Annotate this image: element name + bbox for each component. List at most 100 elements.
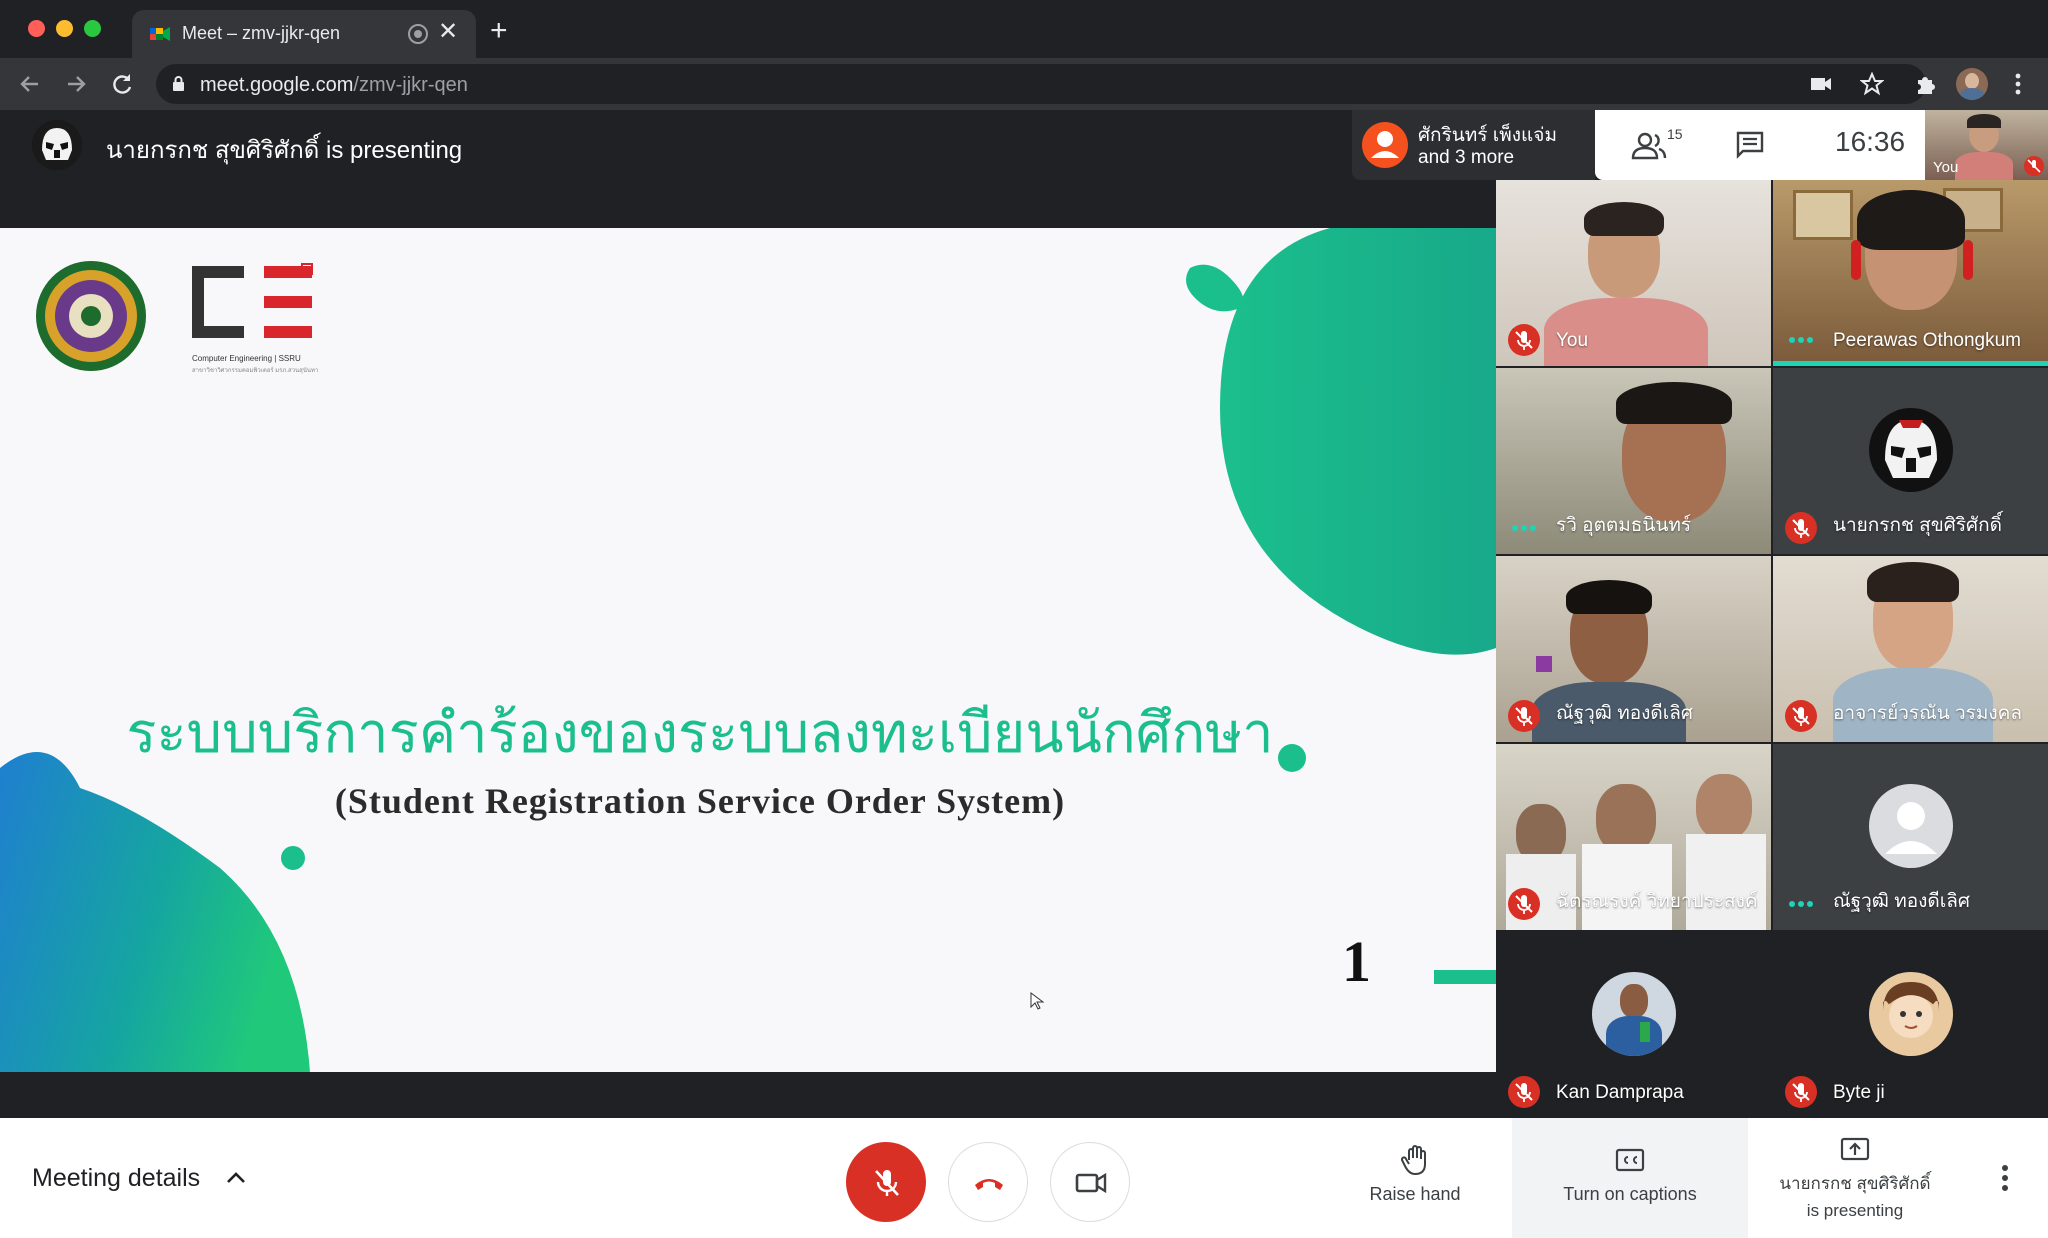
participant-name: Kan Damprapa	[1556, 1082, 1684, 1103]
participant-tile[interactable]: Kan Damprapa	[1496, 932, 1771, 1118]
participant-avatar	[1592, 972, 1676, 1056]
presentation-slide: Computer Engineering | SSRU สาขาวิชาวิศว…	[0, 228, 1496, 1072]
url-host: meet.google.com	[200, 74, 354, 96]
chevron-up-icon[interactable]	[224, 1168, 248, 1188]
more-options-icon[interactable]	[1988, 1158, 2022, 1198]
participant-name: อาจารย์วรณัน วรมงคล	[1833, 703, 2023, 724]
participant-avatar	[1869, 408, 1953, 492]
lock-icon[interactable]	[172, 75, 185, 91]
mic-off-icon	[1508, 1076, 1540, 1108]
participant-tile[interactable]: Peerawas Othongkum	[1773, 180, 2048, 366]
bookmark-star-icon[interactable]	[1860, 72, 1884, 96]
minimize-window-button[interactable]	[56, 20, 73, 37]
self-view-thumbnail[interactable]: You	[1925, 110, 2048, 180]
meet-stage: นายกรกช สุขศิริศักดิ์ is presenting ศักร…	[0, 110, 2048, 1118]
mic-off-icon	[875, 1170, 899, 1196]
notification-more: and 3 more	[1418, 147, 1515, 168]
participant-name: นายกรกช สุขศิริศักดิ์	[1833, 515, 2002, 536]
mic-toggle-button[interactable]	[846, 1142, 926, 1222]
mic-off-icon	[1508, 700, 1540, 732]
mic-off-icon	[1785, 512, 1817, 544]
participant-name: ณัฐวุฒิ ทองดีเลิศ	[1556, 703, 1693, 724]
people-icon[interactable]	[1631, 132, 1669, 160]
extensions-icon[interactable]	[1910, 68, 1942, 100]
mouse-cursor-icon	[1030, 992, 1044, 1010]
notification-name: ศักรินทร์ เพ็งแจ่ม	[1418, 125, 1557, 146]
camera-icon[interactable]	[1810, 74, 1832, 94]
meet-favicon-icon	[150, 27, 170, 41]
new-tab-button[interactable]: +	[490, 16, 508, 46]
participant-name: ณัฐวุฒิ ทองดีเลิศ	[1833, 891, 1970, 912]
participant-grid: You Peerawas Othongkum รวิ อุตตมธนินทร์	[1496, 180, 2048, 1118]
participant-name: รวิ อุตตมธนินทร์	[1556, 515, 1692, 536]
presenter-label: นายกรกช สุขศิริศักดิ์ is presenting	[106, 137, 463, 164]
profile-avatar[interactable]	[1956, 68, 1988, 100]
self-view-label: You	[1933, 159, 1959, 176]
raise-hand-label: Raise hand	[1369, 1184, 1461, 1204]
participant-name: You	[1556, 330, 1589, 351]
hand-icon	[1400, 1145, 1426, 1176]
chat-notification[interactable]: ศักรินทร์ เพ็งแจ่ม and 3 more	[1352, 110, 1595, 180]
close-window-button[interactable]	[28, 20, 45, 37]
participant-tile[interactable]: You	[1496, 180, 1771, 366]
captions-label: Turn on captions	[1563, 1184, 1697, 1204]
speaking-indicator-icon	[1789, 337, 1813, 343]
participant-tile[interactable]: นายกรกช สุขศิริศักดิ์	[1773, 368, 2048, 554]
meeting-info-box: 15 16:36	[1595, 110, 1925, 180]
slide-title: ระบบบริการคำร้องของระบบลงทะเบียนนักศึกษา	[126, 701, 1274, 766]
tab-close-button[interactable]: ✕	[438, 20, 458, 44]
participant-tile[interactable]: ฉัตรณรงค์ วิทยาประสงค์	[1496, 744, 1771, 930]
address-bar[interactable]: meet.google.com/zmv-jjkr-qen	[156, 64, 1926, 104]
ce-logo-subtext: สาขาวิชาวิศวกรรมคอมพิวเตอร์ มรภ.สวนสุนัน…	[192, 368, 319, 374]
captions-button[interactable]: Turn on captions	[1512, 1118, 1748, 1238]
slide-subtitle: (Student Registration Service Order Syst…	[334, 781, 1066, 821]
ce-logo-text: Computer Engineering | SSRU	[192, 354, 301, 363]
tab-title: Meet – zmv-jjkr-qen	[182, 23, 341, 43]
presenter-avatar	[32, 120, 82, 170]
video-camera-icon	[1075, 1172, 1107, 1194]
participant-name: ฉัตรณรงค์ วิทยาประสงค์	[1556, 891, 1758, 912]
bottom-control-bar: Meeting details Raise hand Turn on capti…	[0, 1118, 2048, 1238]
browser-tab[interactable]: Meet – zmv-jjkr-qen ✕	[132, 10, 476, 58]
reload-icon[interactable]	[106, 68, 138, 100]
zoom-window-button[interactable]	[84, 20, 101, 37]
url-path: /zmv-jjkr-qen	[353, 74, 468, 96]
mic-off-icon	[2024, 156, 2044, 176]
participant-name: Byte ji	[1833, 1082, 1885, 1103]
speaking-indicator-icon	[1789, 901, 1813, 907]
camera-toggle-button[interactable]	[1050, 1142, 1130, 1222]
browser-tabstrip: Meet – zmv-jjkr-qen ✕ +	[0, 0, 2048, 58]
participant-tile[interactable]: ณัฐวุฒิ ทองดีเลิศ	[1496, 556, 1771, 742]
hang-up-icon	[975, 1179, 1003, 1190]
participant-tile[interactable]: รวิ อุตตมธนินทร์	[1496, 368, 1771, 554]
participant-avatar	[1869, 972, 1953, 1056]
slide-page-number: 1	[1342, 929, 1371, 994]
top-panel: ศักรินทร์ เพ็งแจ่ม and 3 more 15 16:36 Y…	[1352, 110, 2048, 180]
mic-off-icon	[1508, 324, 1540, 356]
mic-off-icon	[1785, 700, 1817, 732]
speaking-indicator-icon	[1512, 525, 1536, 531]
recording-indicator-icon	[408, 24, 428, 44]
active-speaker-bar	[1773, 361, 2048, 366]
participant-count: 15	[1667, 126, 1683, 142]
participant-tile[interactable]: Byte ji	[1773, 932, 2048, 1118]
presentation-button[interactable]: นายกรกช สุขศิริศักดิ์ is presenting	[1748, 1118, 1962, 1238]
mic-off-icon	[1508, 888, 1540, 920]
browser-toolbar: meet.google.com/zmv-jjkr-qen	[0, 58, 2048, 110]
participant-tile[interactable]: ณัฐวุฒิ ทองดีเลิศ	[1773, 744, 2048, 930]
url-text: meet.google.com/zmv-jjkr-qen	[200, 74, 468, 97]
presenting-label: is presenting	[1806, 1201, 1904, 1220]
presenting-name: นายกรกช สุขศิริศักดิ์	[1779, 1174, 1931, 1193]
participant-tile[interactable]: อาจารย์วรณัน วรมงคล	[1773, 556, 2048, 742]
back-icon[interactable]	[14, 68, 46, 100]
browser-menu-icon[interactable]	[2002, 68, 2034, 100]
chat-icon[interactable]	[1735, 130, 1765, 160]
default-avatar-icon	[1869, 784, 1953, 868]
forward-icon[interactable]	[60, 68, 92, 100]
closed-captions-icon	[1615, 1148, 1645, 1172]
notification-avatar	[1362, 122, 1408, 168]
raise-hand-button[interactable]: Raise hand	[1352, 1118, 1478, 1238]
leave-call-button[interactable]	[948, 1142, 1028, 1222]
meeting-clock: 16:36	[1835, 126, 1906, 157]
meeting-details-button[interactable]: Meeting details	[32, 1164, 200, 1193]
